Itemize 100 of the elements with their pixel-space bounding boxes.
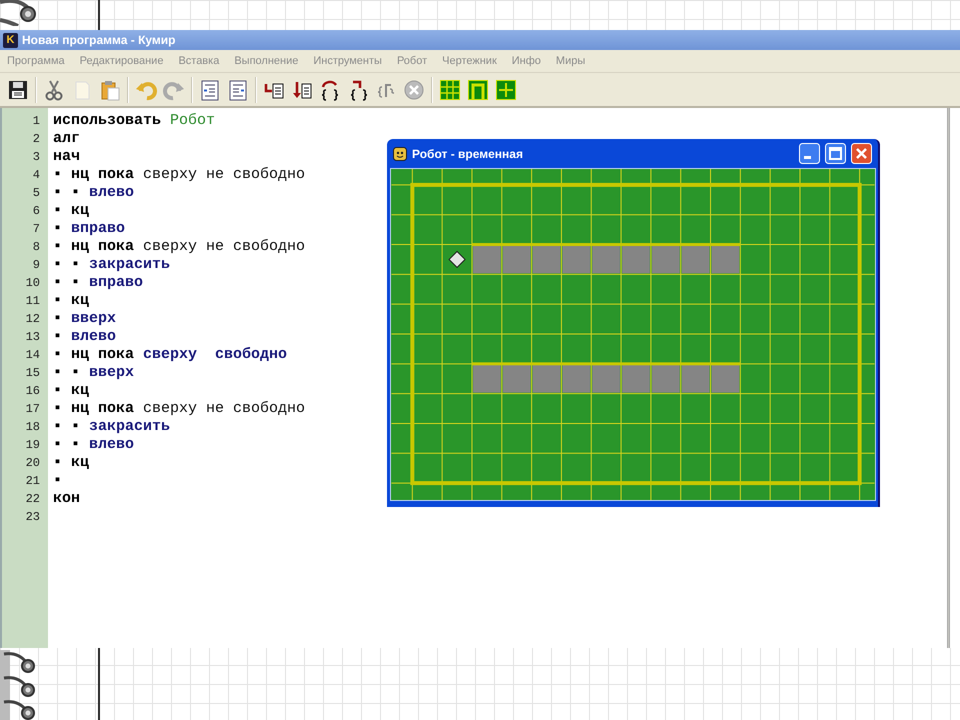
code-command: вверх [89,364,134,382]
line-number: 21 [26,473,40,490]
code-keyword: кц [71,382,90,400]
indent-marker: ▪ [53,364,62,382]
window-title: Робот - временная [412,146,524,162]
indent-marker: ▪ [53,310,62,328]
line-number: 6 [32,203,40,220]
menu-item[interactable]: Программа [7,52,65,70]
code-condition: сверху не свободно [143,238,306,256]
indent-marker: ▪ [71,256,80,274]
line-number: 17 [26,401,40,418]
code-keyword: использовать [53,112,162,130]
braces-arrow-icon[interactable] [319,78,341,100]
menu-item[interactable]: Робот [396,52,428,70]
code-condition: сверху не свободно [143,400,306,418]
line-number: 12 [26,311,40,328]
code-command: сверху свободно [143,346,288,364]
stop-icon[interactable] [403,78,425,100]
indent-marker: ▪ [53,274,62,292]
line-number: 19 [26,437,40,454]
code-keyword: нц пока [71,166,134,184]
code-keyword: нц пока [71,346,134,364]
save-icon[interactable] [7,78,29,100]
line-number: 23 [26,509,40,526]
line-number: 7 [32,221,40,238]
indent-marker: ▪ [53,346,62,364]
robot-marker [448,250,466,268]
menu-item[interactable]: Вставка [178,52,220,70]
line-number: 15 [26,365,40,382]
indent-marker: ▪ [53,256,62,274]
indent-marker: ▪ [53,166,62,184]
line-number: 22 [26,491,40,508]
menu-item[interactable]: Инфо [512,52,541,70]
line-number: 10 [26,275,40,292]
minimize-icon[interactable] [799,143,820,164]
menu-item[interactable]: Выполнение [234,52,298,70]
indent-marker: ▪ [53,238,62,256]
indent-marker: ▪ [71,418,80,436]
code-command: закрасить [89,418,170,436]
code-command: влево [89,436,134,454]
code-condition: сверху не свободно [143,166,306,184]
scissors-icon[interactable] [43,78,65,100]
line-number: 9 [32,257,40,274]
code-module: Робот [170,112,216,130]
indent-marker: ▪ [53,328,62,346]
indent-marker: ▪ [53,382,62,400]
line-number: 8 [32,239,40,256]
code-keyword: алг [53,130,80,148]
maximize-icon[interactable] [825,143,846,164]
line-number: 18 [26,419,40,436]
code-command: влево [89,184,134,202]
line-number: 16 [26,383,40,400]
app-icon: K [3,32,18,48]
code-keyword: нц пока [71,400,134,418]
indent-marker: ▪ [53,472,62,490]
window-title: Новая программа - Кумир [22,32,176,49]
code-keyword: нач [53,148,80,166]
unindent-icon[interactable] [227,78,249,100]
line-number: 2 [32,131,40,148]
line-number: 13 [26,329,40,346]
line-number: 20 [26,455,40,472]
grid-icon[interactable] [439,78,461,100]
spiral-binding-drawing [0,0,38,26]
code-keyword: кц [71,292,90,310]
indent-marker: ▪ [71,274,80,292]
line-number: 11 [26,293,40,310]
frame-icon[interactable] [467,78,489,100]
menu-item[interactable]: Чертежник [442,52,497,70]
indent-marker: ▪ [53,454,62,472]
indent-marker: ▪ [53,400,62,418]
code-keyword: кон [53,490,80,508]
code-command: вправо [71,220,126,238]
code-keyword: кц [71,202,90,220]
indent-marker: ▪ [53,220,62,238]
indent-marker: ▪ [53,418,62,436]
code-command: вверх [71,310,116,328]
menu-item[interactable]: Редактирование [80,52,164,70]
code-command: вправо [89,274,144,292]
close-icon[interactable] [851,143,872,164]
menu-item[interactable]: Миры [556,52,586,70]
code-command: влево [71,328,116,346]
line-number: 14 [26,347,40,364]
indent-marker: ▪ [71,184,80,202]
indent-marker: ▪ [71,364,80,382]
indent-marker: ▪ [53,436,62,454]
menu-item[interactable]: Инструменты [313,52,382,70]
smiley-icon [393,146,407,160]
code-keyword: нц пока [71,238,134,256]
spiral-binding-drawing [0,650,38,720]
indent-marker: ▪ [53,292,62,310]
line-number: 5 [32,185,40,202]
code-command: закрасить [89,256,170,274]
line-number: 4 [32,167,40,184]
clipboard-icon[interactable] [99,78,121,100]
line-number: 1 [32,113,40,130]
indent-icon[interactable] [199,78,221,100]
line-number: 3 [32,149,40,166]
crosshair-icon[interactable] [495,78,517,100]
indent-marker: ▪ [53,184,62,202]
indent-marker: ▪ [53,202,62,220]
